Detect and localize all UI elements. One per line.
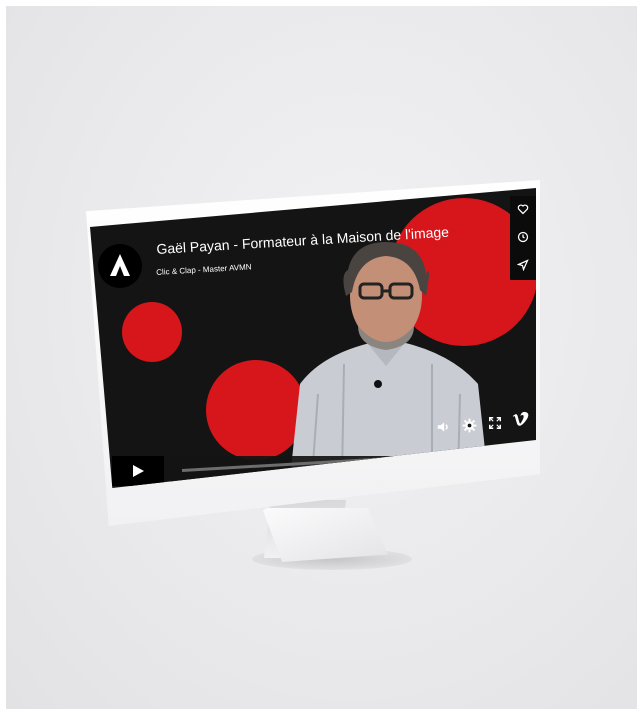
channel-logo-icon[interactable] xyxy=(98,244,142,288)
volume-icon[interactable] xyxy=(434,418,452,436)
play-button[interactable] xyxy=(112,456,164,486)
gear-icon[interactable] xyxy=(460,416,478,434)
decor-circle-small xyxy=(122,302,182,362)
play-icon xyxy=(133,465,144,477)
heart-icon[interactable] xyxy=(514,200,532,218)
fullscreen-icon[interactable] xyxy=(486,414,504,432)
video-player[interactable]: Gaël Payan - Formateur à la Maison de l'… xyxy=(90,188,536,488)
presenter-video-frame xyxy=(290,242,488,478)
clock-icon[interactable] xyxy=(514,228,532,246)
vimeo-logo-icon[interactable] xyxy=(510,408,532,430)
side-actions xyxy=(510,196,536,280)
send-icon[interactable] xyxy=(514,256,532,274)
monitor-stand-foot xyxy=(262,508,388,562)
